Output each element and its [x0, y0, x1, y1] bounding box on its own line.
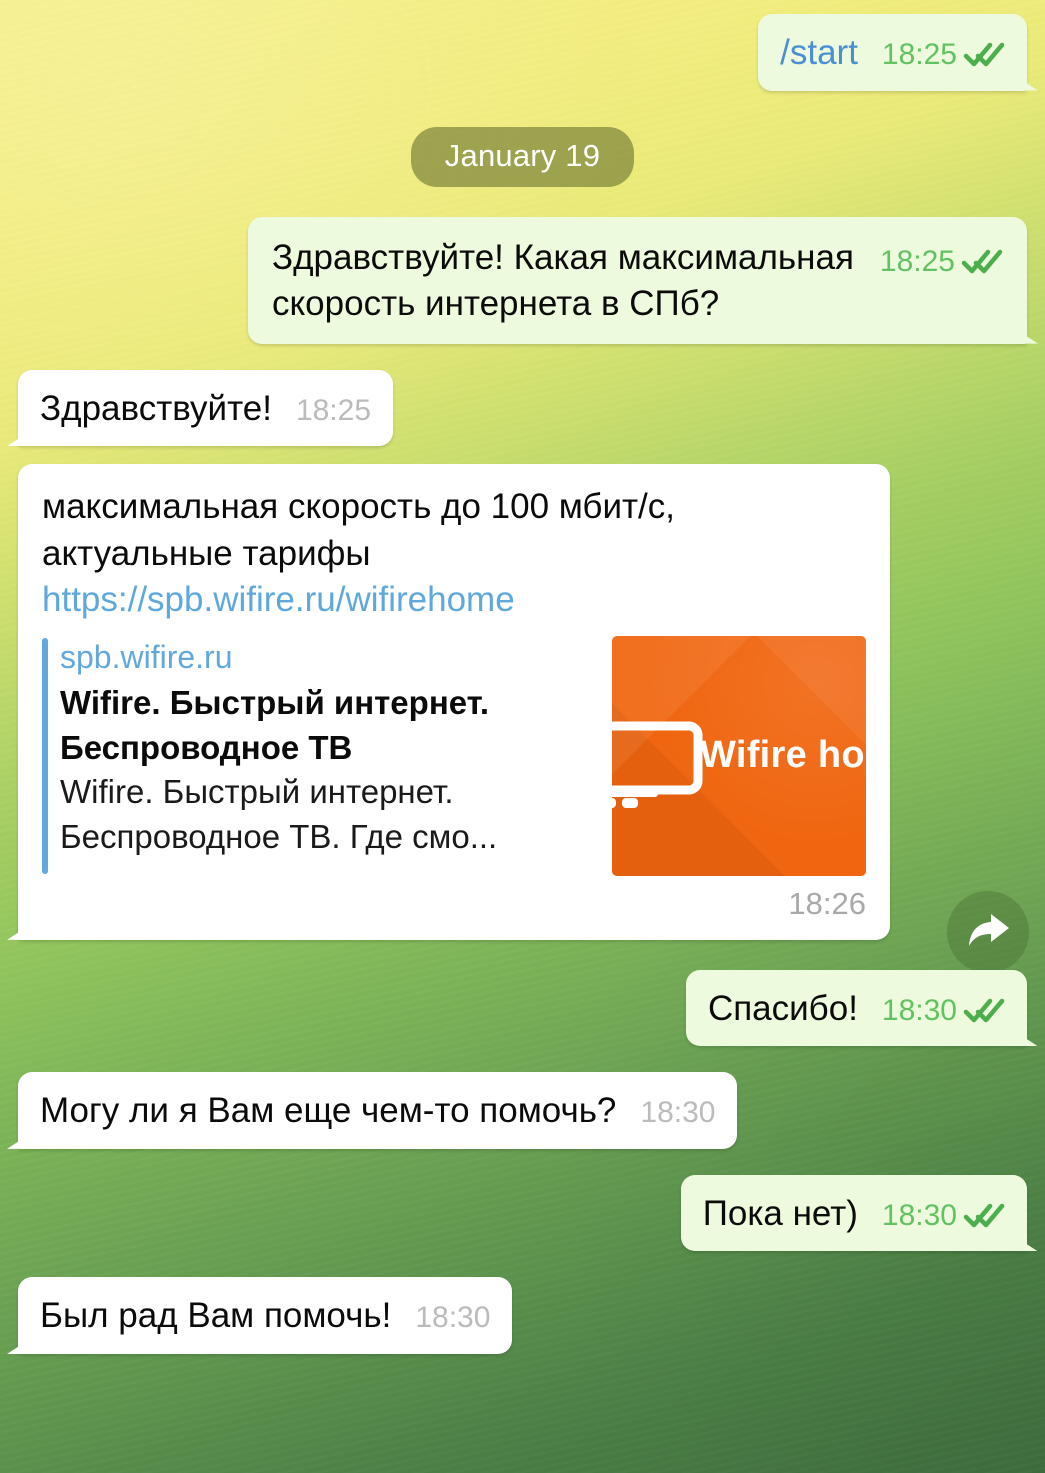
message-row-greeting-reply: Здравствуйте! 18:25 — [18, 369, 1027, 447]
incoming-bubble[interactable]: Здравствуйте! 18:25 — [18, 369, 394, 447]
date-divider: January 19 — [410, 126, 635, 187]
message-time: 18:30 — [415, 1301, 491, 1335]
outgoing-bubble[interactable]: Спасибо! 18:30 — [685, 969, 1027, 1047]
message-meta: 18:26 — [42, 886, 866, 922]
outgoing-bubble[interactable]: Пока нет) 18:30 — [680, 1174, 1027, 1252]
link-preview-card[interactable]: spb.wifire.ru Wifire. Быстрый интернет. … — [42, 635, 866, 876]
message-text: Спасибо! — [707, 988, 858, 1028]
message-text-line-1: Здравствуйте! Какая максимальная — [271, 237, 854, 277]
message-text-line-2: скорость интернета в СПб? — [271, 284, 720, 324]
message-url-link[interactable]: https://spb.wifire.ru/wifirehome — [42, 577, 866, 624]
link-preview-description-line-1: Wifire. Быстрый интернет. — [60, 773, 454, 811]
message-text-line-2: актуальные тарифы — [42, 533, 371, 573]
message-text-line-1: максимальная скорость до 100 мбит/с, — [42, 487, 676, 527]
bot-command-link[interactable]: /start — [780, 30, 858, 77]
read-receipt-double-check-icon — [963, 997, 1005, 1023]
date-divider-row: January 19 — [18, 126, 1027, 187]
outgoing-bubble[interactable]: 18:25 Здравствуйте! Какая максимальная с… — [247, 216, 1027, 344]
message-row-answer-with-link: максимальная скорость до 100 мбит/с, акт… — [18, 464, 1027, 940]
message-text: Здравствуйте! — [40, 388, 272, 428]
link-preview-title-line-2: Беспроводное ТВ — [60, 728, 353, 766]
preview-image-brand-text: Wifire home — [700, 733, 866, 776]
read-receipt-double-check-icon — [963, 41, 1005, 67]
read-receipt-double-check-icon — [963, 1202, 1005, 1228]
message-time: 18:25 — [295, 393, 372, 427]
read-receipt-double-check-icon — [961, 240, 1003, 273]
link-preview-site-name[interactable]: spb.wifire.ru — [60, 636, 594, 679]
message-time: 18:25 — [879, 244, 955, 278]
message-time: 18:30 — [881, 993, 957, 1027]
link-preview-text: spb.wifire.ru Wifire. Быстрый интернет. … — [60, 636, 594, 876]
message-meta: 18:30 — [415, 1303, 490, 1333]
message-meta: 18:30 — [882, 994, 1005, 1026]
message-time: 18:25 — [881, 38, 957, 71]
incoming-bubble[interactable]: Могу ли я Вам еще чем-то помочь? 18:30 — [18, 1072, 738, 1149]
message-time: 18:30 — [640, 1096, 716, 1130]
message-meta: 18:30 — [882, 1199, 1005, 1231]
link-preview-image[interactable]: Wifire home — [612, 635, 866, 876]
message-meta: 18:25 — [882, 38, 1005, 70]
message-time: 18:26 — [788, 885, 866, 921]
message-row-no-thanks: Пока нет) 18:30 — [18, 1174, 1027, 1252]
message-meta: 18:25 — [880, 237, 1003, 277]
message-text: Был рад Вам помочь! — [40, 1296, 392, 1336]
link-preview-title-line-1: Wifire. Быстрый интернет. — [60, 684, 490, 722]
message-row-question-speed: 18:25 Здравствуйте! Какая максимальная с… — [18, 216, 1027, 344]
incoming-bubble-with-preview[interactable]: максимальная скорость до 100 мбит/с, акт… — [18, 464, 890, 940]
message-time: 18:30 — [881, 1198, 957, 1232]
message-row-start-command: /start 18:25 — [18, 14, 1027, 91]
message-row-thanks: Спасибо! 18:30 — [18, 969, 1027, 1047]
link-preview-description-line-2: Беспроводное ТВ. Где смо... — [60, 817, 498, 855]
message-text: Могу ли я Вам еще чем-то помочь? — [40, 1091, 617, 1131]
message-meta: 18:25 — [295, 393, 372, 427]
message-text: Пока нет) — [702, 1193, 858, 1233]
message-row-glad-to-help: Был рад Вам помочь! 18:30 — [18, 1277, 1027, 1355]
message-row-anything-else: Могу ли я Вам еще чем-то помочь? 18:30 — [18, 1072, 1027, 1149]
incoming-bubble[interactable]: Был рад Вам помочь! 18:30 — [18, 1277, 513, 1355]
chat-message-list[interactable]: /start 18:25 January 19 18:25 Здравствуй… — [0, 0, 1045, 1473]
forward-message-button[interactable] — [947, 891, 1029, 973]
forward-arrow-icon — [965, 909, 1011, 956]
outgoing-bubble[interactable]: /start 18:25 — [758, 14, 1027, 91]
message-meta: 18:30 — [640, 1098, 715, 1128]
